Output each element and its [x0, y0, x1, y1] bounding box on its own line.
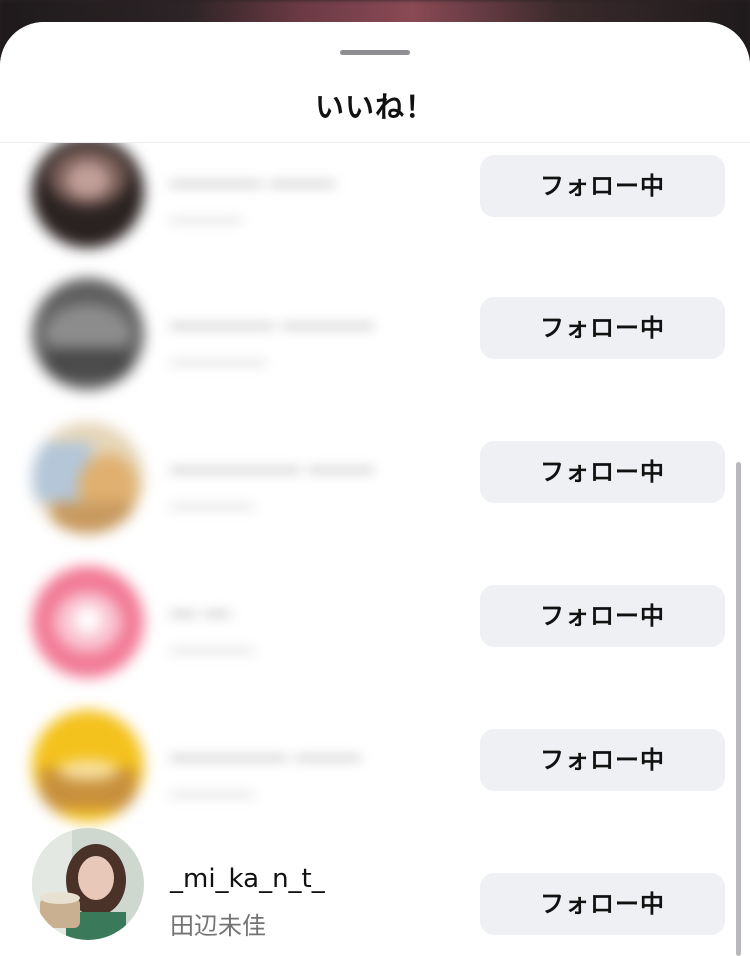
list-item[interactable]: __________ _____ _______ フォロー中 — [0, 400, 750, 544]
avatar[interactable] — [32, 710, 144, 822]
following-button[interactable]: フォロー中 — [480, 873, 725, 935]
following-button[interactable]: フォロー中 — [480, 585, 725, 647]
username[interactable]: _________ _____ — [170, 730, 360, 760]
avatar[interactable] — [32, 422, 144, 534]
following-button[interactable]: フォロー中 — [480, 729, 725, 791]
username[interactable]: __ __ — [170, 586, 230, 616]
following-button[interactable]: フォロー中 — [480, 297, 725, 359]
scrollbar[interactable] — [736, 462, 741, 956]
username[interactable]: _mi_ka_n_t_ — [170, 864, 325, 894]
sheet-header: いいね！ — [0, 22, 750, 143]
drag-handle[interactable] — [340, 50, 410, 55]
avatar[interactable] — [32, 828, 144, 940]
avatar[interactable] — [32, 566, 144, 678]
username[interactable]: ________ _______ — [170, 298, 373, 328]
display-name: ________ — [170, 336, 266, 364]
avatar[interactable] — [32, 136, 144, 248]
likes-list[interactable]: _______ _____ ______ フォロー中 ________ ____… — [0, 22, 750, 956]
display-name: _______ — [170, 480, 254, 508]
following-button[interactable]: フォロー中 — [480, 155, 725, 217]
display-name: _______ — [170, 768, 254, 796]
divider — [0, 142, 750, 143]
list-item[interactable]: ________ _______ ________ フォロー中 — [0, 256, 750, 400]
sheet-title: いいね！ — [314, 90, 435, 124]
display-name: 田辺未佳 — [170, 912, 266, 940]
avatar[interactable] — [32, 278, 144, 390]
username[interactable]: _______ _____ — [170, 156, 334, 186]
display-name: ______ — [170, 194, 242, 222]
display-name: _______ — [170, 624, 254, 652]
list-item[interactable]: _________ _____ _______ フォロー中 — [0, 688, 750, 832]
username[interactable]: __________ _____ — [170, 442, 373, 472]
list-item[interactable]: _mi_ka_n_t_ 田辺未佳 フォロー中 — [0, 828, 750, 956]
likes-sheet: _______ _____ ______ フォロー中 ________ ____… — [0, 22, 750, 956]
list-item[interactable]: __ __ _______ フォロー中 — [0, 544, 750, 688]
following-button[interactable]: フォロー中 — [480, 441, 725, 503]
